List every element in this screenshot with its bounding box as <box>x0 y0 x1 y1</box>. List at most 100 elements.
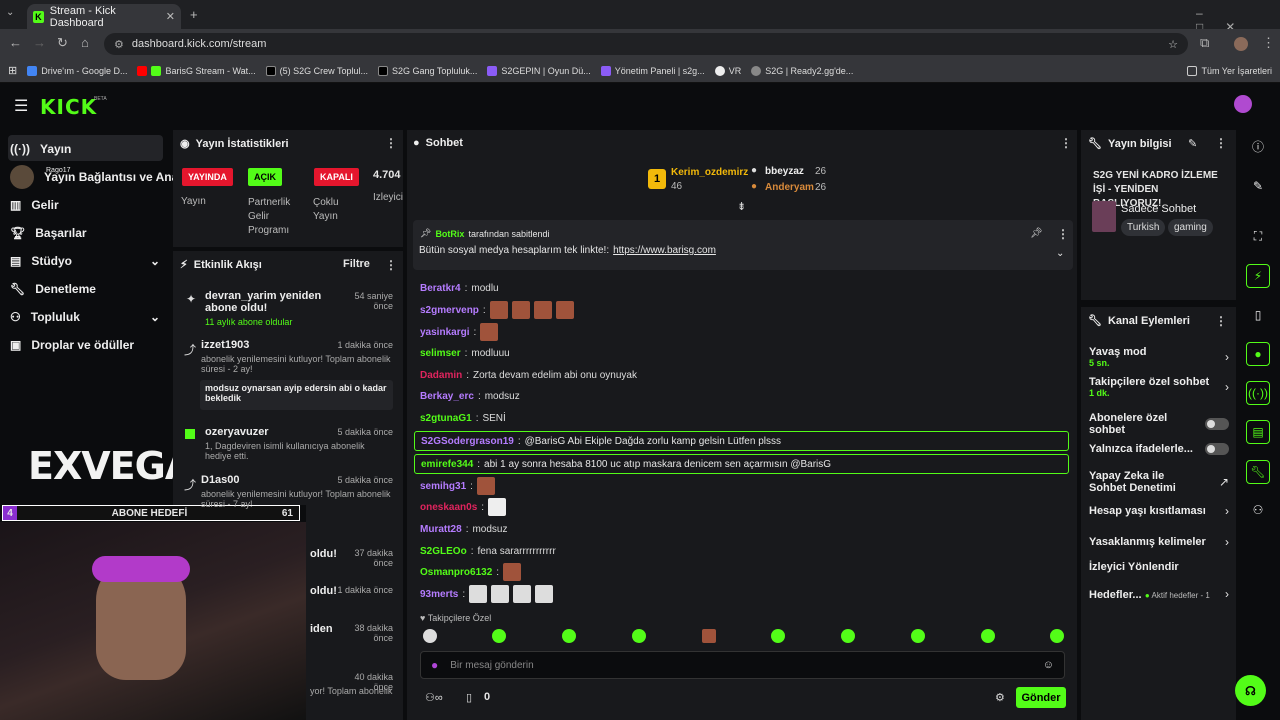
bookmark-star-icon[interactable]: ☆ <box>1168 38 1178 51</box>
chat-message[interactable]: s2gtunaG1: SENİ <box>420 409 506 427</box>
ai-moderation-row[interactable]: Yapay Zeka ile Sohbet Denetimi ↗ <box>1089 470 1229 494</box>
emote-icon[interactable] <box>911 629 925 643</box>
address-bar[interactable]: ⚙ dashboard.kick.com/stream ☆ <box>104 33 1188 55</box>
chat-message[interactable]: Beratkr4: modlu <box>420 279 499 297</box>
support-headset-icon[interactable]: ☊ <box>1235 675 1266 706</box>
nav-item-droplar[interactable]: ▣ Droplar ve ödüller <box>10 332 134 358</box>
viewer-redirect-row[interactable]: İzleyici Yönlendir <box>1089 561 1229 573</box>
nav-item-denetleme[interactable]: 🔧︎ Denetleme <box>10 276 96 302</box>
info-more-icon[interactable]: ⋮ <box>1215 136 1227 150</box>
goals-row[interactable]: Hedefler... ● Aktif hedefler - 1 › <box>1089 587 1229 601</box>
top-gifter-3[interactable]: Anderyam <box>765 182 814 193</box>
bookmark-item[interactable]: VR <box>714 65 741 76</box>
chat-message[interactable]: oneskaan0s: <box>420 498 510 516</box>
expand-chevron-icon[interactable]: ⌄ <box>1056 248 1064 259</box>
all-bookmarks-folder[interactable]: Tüm Yer İşaretleri <box>1187 65 1272 76</box>
emote-icon[interactable] <box>632 629 646 643</box>
send-button[interactable]: Gönder <box>1016 687 1066 708</box>
chat-settings-icon[interactable]: ⚙ <box>995 691 1005 704</box>
emote-icon[interactable] <box>492 629 506 643</box>
bookmark-item[interactable]: Yönetim Paneli | s2g... <box>600 65 705 76</box>
tag-turkish[interactable]: Turkish <box>1121 219 1166 236</box>
emote-icon[interactable] <box>841 629 855 643</box>
user-avatar[interactable] <box>1234 95 1252 113</box>
slow-mode-row[interactable]: Yavaş mod 5 sn. › <box>1089 346 1229 368</box>
emotes-only-row[interactable]: Yalnızca ifadelerle... <box>1089 443 1229 455</box>
edit-pencil-icon[interactable]: ✎ <box>1188 137 1197 150</box>
emote-icon[interactable] <box>1050 629 1064 643</box>
stats-icon[interactable]: ▤ <box>1246 420 1270 444</box>
document-icon[interactable]: ▯ <box>1246 303 1270 327</box>
chat-users-icon[interactable]: ⚇∞ <box>425 691 443 704</box>
site-info-icon[interactable]: ⚙ <box>114 38 124 51</box>
filter-button[interactable]: Filtre <box>343 258 370 270</box>
emote-icon[interactable] <box>702 629 716 643</box>
chat-message[interactable]: 93merts: <box>420 585 557 603</box>
bookmark-item[interactable]: (5) S2G Crew Toplul... <box>265 65 368 76</box>
chat-message[interactable]: Osmanpro6132: <box>420 563 525 581</box>
chat-input-box[interactable]: ● Bir mesaj gönderin ☺ <box>420 651 1065 679</box>
actions-more-icon[interactable]: ⋮ <box>1215 314 1227 328</box>
emotes-only-toggle[interactable] <box>1205 443 1229 455</box>
reload-icon[interactable]: ↻ <box>57 35 68 51</box>
home-icon[interactable]: ⌂ <box>81 35 89 50</box>
browser-menu-icon[interactable]: ⋮ <box>1262 35 1275 51</box>
back-icon[interactable]: ← <box>9 35 22 50</box>
edit-icon[interactable]: ✎ <box>1246 174 1270 198</box>
users-icon[interactable]: ⚇ <box>1246 498 1270 522</box>
bookmark-item[interactable]: S2GEPIN | Oyun Dü... <box>487 65 591 76</box>
chat-message[interactable]: s2gmervenp: <box>420 301 578 319</box>
bookmark-item[interactable]: S2G | Ready2.gg'de... <box>751 65 853 76</box>
extensions-icon[interactable]: ⧉ <box>1200 35 1209 51</box>
bookmark-item[interactable]: S2G Gang Topluluk... <box>378 65 477 76</box>
microphone-icon[interactable]: ● <box>431 658 438 672</box>
emote-icon[interactable] <box>423 629 437 643</box>
apps-grid-icon[interactable]: ⊞ <box>8 64 17 77</box>
emote-icon[interactable] <box>562 629 576 643</box>
top-gifter-1[interactable]: Kerim_ozdemirz <box>671 167 748 178</box>
category-name[interactable]: Sadece Sohbet <box>1121 203 1196 215</box>
emoji-icon[interactable]: ☺ <box>1043 659 1054 671</box>
account-age-row[interactable]: Hesap yaşı kısıtlaması › <box>1089 504 1229 518</box>
nav-item-studyo[interactable]: ▤ Stüdyo ⌄ <box>10 248 160 274</box>
crop-icon[interactable]: ⛶ <box>1246 224 1270 248</box>
browser-tab[interactable]: K Stream - Kick Dashboard ✕ <box>27 4 181 29</box>
unpin-icon[interactable]: 📌︎ <box>1030 228 1043 239</box>
emote-icon[interactable] <box>981 629 995 643</box>
top-gifter-2[interactable]: bbeyzaz <box>765 166 804 177</box>
collapse-icon[interactable]: ⇟ <box>737 200 746 213</box>
chat-message[interactable]: selimser: modluuu <box>420 344 510 362</box>
bookmark-item[interactable]: Drive'ım - Google D... <box>27 65 127 76</box>
kick-logo[interactable]: KICK <box>40 95 97 119</box>
forward-icon[interactable]: → <box>33 35 46 50</box>
nav-item-basarilar[interactable]: 🏆︎ Başarılar <box>10 220 87 246</box>
emote-icon[interactable] <box>771 629 785 643</box>
banned-words-row[interactable]: Yasaklanmış kelimeler › <box>1089 535 1229 549</box>
nav-item-topluluk[interactable]: ⚇ Topluluk ⌄ <box>10 304 160 330</box>
stats-more-icon[interactable]: ⋮ <box>385 136 397 150</box>
chat-icon[interactable]: ● <box>1246 342 1270 366</box>
activity-more-icon[interactable]: ⋮ <box>385 258 397 272</box>
hamburger-menu-icon[interactable]: ☰ <box>14 96 28 116</box>
profile-avatar-icon[interactable] <box>1234 37 1248 51</box>
lightning-icon[interactable]: ⚡︎ <box>1246 264 1270 288</box>
wrench-icon[interactable]: 🔧︎ <box>1246 460 1270 484</box>
followers-only-row[interactable]: Takipçilere özel sohbet 1 dk. › <box>1089 376 1229 398</box>
bookmark-item[interactable]: BarisG Stream - Wat... <box>137 65 256 76</box>
tab-list-icon[interactable]: ⌄ <box>6 7 14 18</box>
chat-message[interactable]: S2GLEOo: fena sararrrrrrrrrrr <box>420 542 556 560</box>
subscribers-only-toggle[interactable] <box>1205 418 1229 430</box>
highlighted-chat-message[interactable]: S2GSodergrason19: @BarisG Abi Ekiple Dağd… <box>414 431 1069 451</box>
nav-item-yayin[interactable]: ((·)) Yayın <box>10 136 71 162</box>
tag-gaming[interactable]: gaming <box>1168 219 1213 236</box>
chat-message[interactable]: Muratt28: modsuz <box>420 520 507 538</box>
pinned-link[interactable]: https://www.barisg.com <box>613 245 716 256</box>
nav-item-gelir[interactable]: ▥ Gelir <box>10 192 59 218</box>
close-tab-icon[interactable]: ✕ <box>166 10 175 23</box>
subscribers-only-row[interactable]: Abonelere özel sohbet <box>1089 412 1229 436</box>
chat-more-icon[interactable]: ⋮ <box>1060 136 1072 150</box>
chat-message[interactable]: yasinkargi: <box>420 323 502 341</box>
chat-message[interactable]: Dadamin: Zorta devam edelim abi onu oynuy… <box>420 366 637 384</box>
pinned-more-icon[interactable]: ⋮ <box>1057 227 1069 241</box>
chat-message[interactable]: Berkay_erc: modsuz <box>420 387 520 405</box>
